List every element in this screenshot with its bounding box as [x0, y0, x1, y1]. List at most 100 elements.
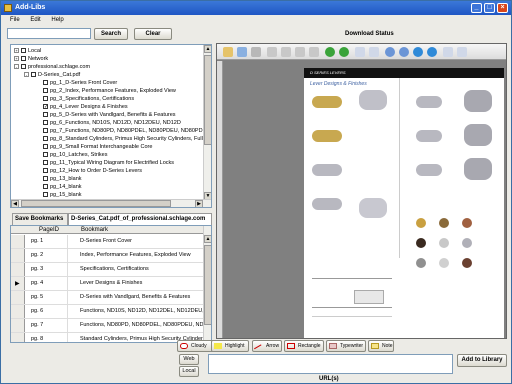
table-row[interactable]: pg. 5 D-Series with Vandlgard, Benefits &… [11, 291, 205, 305]
fit-page-icon[interactable] [355, 47, 365, 57]
checkbox[interactable] [43, 176, 48, 182]
tree-node-page[interactable]: pg_9_Small Format Interchangeable Core [43, 144, 152, 151]
note-button[interactable]: Note [368, 340, 394, 352]
tree-node-page[interactable]: ✓ pg_4_Lever Designs & Finishes [43, 104, 128, 111]
fit-width-icon[interactable] [369, 47, 379, 57]
rotate-icon[interactable] [443, 47, 453, 57]
save-icon[interactable] [237, 47, 247, 57]
tree-node-page[interactable]: pg_6_Functions, ND10S, ND12D, ND12DEU, N… [43, 120, 181, 127]
menu-help[interactable]: Help [51, 17, 63, 23]
search-button[interactable]: Search [94, 28, 128, 40]
grid-vertical-scrollbar[interactable]: ▲ [203, 226, 211, 342]
last-page-icon[interactable] [309, 47, 319, 57]
scroll-right-icon[interactable]: ▶ [195, 200, 203, 207]
rectangle-button[interactable]: Rectangle [284, 340, 324, 352]
table-row[interactable]: pg. 8 Standard Cylinders, Primus High Sec… [11, 333, 205, 342]
menu-edit[interactable]: Edit [30, 17, 40, 23]
row-header[interactable] [11, 235, 25, 248]
print-icon[interactable] [251, 47, 261, 57]
collapse-icon[interactable]: - [24, 72, 29, 78]
tree-node-network[interactable]: + Network [14, 56, 48, 63]
checkbox[interactable] [43, 192, 48, 198]
table-row[interactable]: pg. 1 D-Series Front Cover [11, 235, 205, 249]
scroll-up-icon[interactable]: ▲ [204, 235, 211, 243]
checkbox[interactable] [43, 112, 48, 118]
tab-current-file[interactable]: D-Series_Cat.pdf_of_professional.schlage… [68, 213, 212, 225]
tree-node-site[interactable]: - professional.schlage.com [14, 64, 90, 71]
search-input[interactable] [7, 28, 91, 39]
scroll-thumb[interactable] [204, 245, 211, 325]
forward-icon[interactable] [339, 47, 349, 57]
library-tree[interactable]: + Local + Network - professional.schlage.co… [10, 44, 212, 208]
viewer-side-panel[interactable] [217, 61, 223, 338]
table-row[interactable]: pg. 6 Functions, ND10S, ND12D, ND12DEL, N… [11, 305, 205, 319]
tab-save-bookmarks[interactable]: Save Bookmarks [12, 213, 68, 225]
table-row[interactable]: pg. 7 Functions, ND80PD, ND80PDEL, ND80PD… [11, 319, 205, 333]
back-icon[interactable] [325, 47, 335, 57]
tree-node-local[interactable]: + Local [14, 48, 41, 55]
tree-node-page[interactable]: pg_1_D-Series Front Cover [43, 80, 117, 87]
checkbox[interactable] [43, 80, 48, 86]
checkbox[interactable] [43, 120, 48, 126]
next-page-icon[interactable] [295, 47, 305, 57]
row-header[interactable] [11, 249, 25, 262]
tree-node-page[interactable]: pg_7_Functions, ND80PD, ND80PDEL, ND80PD… [43, 128, 203, 135]
web-button[interactable]: Web [179, 354, 199, 365]
scroll-thumb[interactable] [21, 200, 171, 207]
tree-node-page[interactable]: pg_14_blank [43, 184, 82, 191]
zoom-in-icon[interactable] [385, 47, 395, 57]
previous-page-icon[interactable] [281, 47, 291, 57]
maximize-button[interactable]: □ [484, 3, 495, 13]
tree-node-page[interactable]: pg_10_Latches, Strikes [43, 152, 107, 159]
close-button[interactable]: × [497, 3, 508, 13]
highlight-button[interactable]: Highlight [211, 340, 249, 352]
tree-node-page[interactable]: pg_8_Standard Cylinders, Primus High Sec… [43, 136, 209, 143]
arrow-button[interactable]: Arrow [252, 340, 282, 354]
row-header[interactable] [11, 305, 25, 318]
tree-node-page[interactable]: pg_13_blank [43, 176, 82, 183]
bookmark-grid[interactable]: PageID Bookmark pg. 1 D-Series Front Cove… [10, 225, 212, 343]
column-header-pageid[interactable]: PageID [39, 226, 59, 234]
checkbox[interactable] [21, 64, 26, 70]
tree-vertical-scrollbar[interactable]: ▲ ▼ [203, 45, 211, 201]
url-input[interactable] [208, 354, 453, 374]
checkbox[interactable] [43, 184, 48, 190]
tree-node-page[interactable]: pg_2_Index, Performance Features, Explod… [43, 88, 176, 95]
row-header[interactable] [11, 333, 25, 342]
checkbox[interactable] [43, 88, 48, 94]
typewriter-button[interactable]: Typewriter [326, 340, 366, 352]
tree-node-page[interactable]: pg_5_D-Series with Vandlgard, Benefits &… [43, 112, 176, 119]
checkbox[interactable] [43, 136, 48, 142]
add-to-library-button[interactable]: Add to Library [457, 354, 507, 367]
checkbox[interactable] [43, 160, 48, 166]
select-icon[interactable] [457, 47, 467, 57]
scroll-up-icon[interactable]: ▲ [204, 45, 211, 53]
minimize-button[interactable]: _ [471, 3, 482, 13]
checkbox[interactable] [21, 56, 26, 62]
checkbox[interactable] [43, 128, 48, 134]
row-header[interactable] [11, 319, 25, 332]
local-button[interactable]: Local [179, 366, 199, 377]
scroll-left-icon[interactable]: ◀ [11, 200, 19, 207]
clear-button[interactable]: Clear [134, 28, 172, 40]
row-header[interactable]: ▶ [11, 277, 25, 290]
open-folder-icon[interactable] [223, 47, 233, 57]
checkbox[interactable] [21, 48, 26, 54]
checkbox[interactable] [31, 72, 36, 78]
expand-icon[interactable]: + [14, 56, 19, 62]
tree-node-page[interactable]: pg_12_How to Order D-Series Levers [43, 168, 142, 175]
scroll-thumb[interactable] [204, 55, 211, 145]
checkbox[interactable] [43, 144, 48, 150]
checkbox[interactable] [43, 96, 48, 102]
table-row[interactable]: ▶ pg. 4 Lever Designs & Finishes [11, 277, 205, 291]
collapse-icon[interactable]: - [14, 64, 19, 70]
zoom-out-icon[interactable] [399, 47, 409, 57]
tree-node-file[interactable]: - D-Series_Cat.pdf [24, 72, 80, 79]
table-row[interactable]: pg. 3 Specifications, Certifications [11, 263, 205, 277]
row-header[interactable] [11, 263, 25, 276]
add-icon[interactable] [413, 47, 423, 57]
remove-icon[interactable] [427, 47, 437, 57]
menu-file[interactable]: File [10, 17, 20, 23]
checkbox[interactable] [43, 168, 48, 174]
table-row[interactable]: pg. 2 Index, Performance Features, Explod… [11, 249, 205, 263]
